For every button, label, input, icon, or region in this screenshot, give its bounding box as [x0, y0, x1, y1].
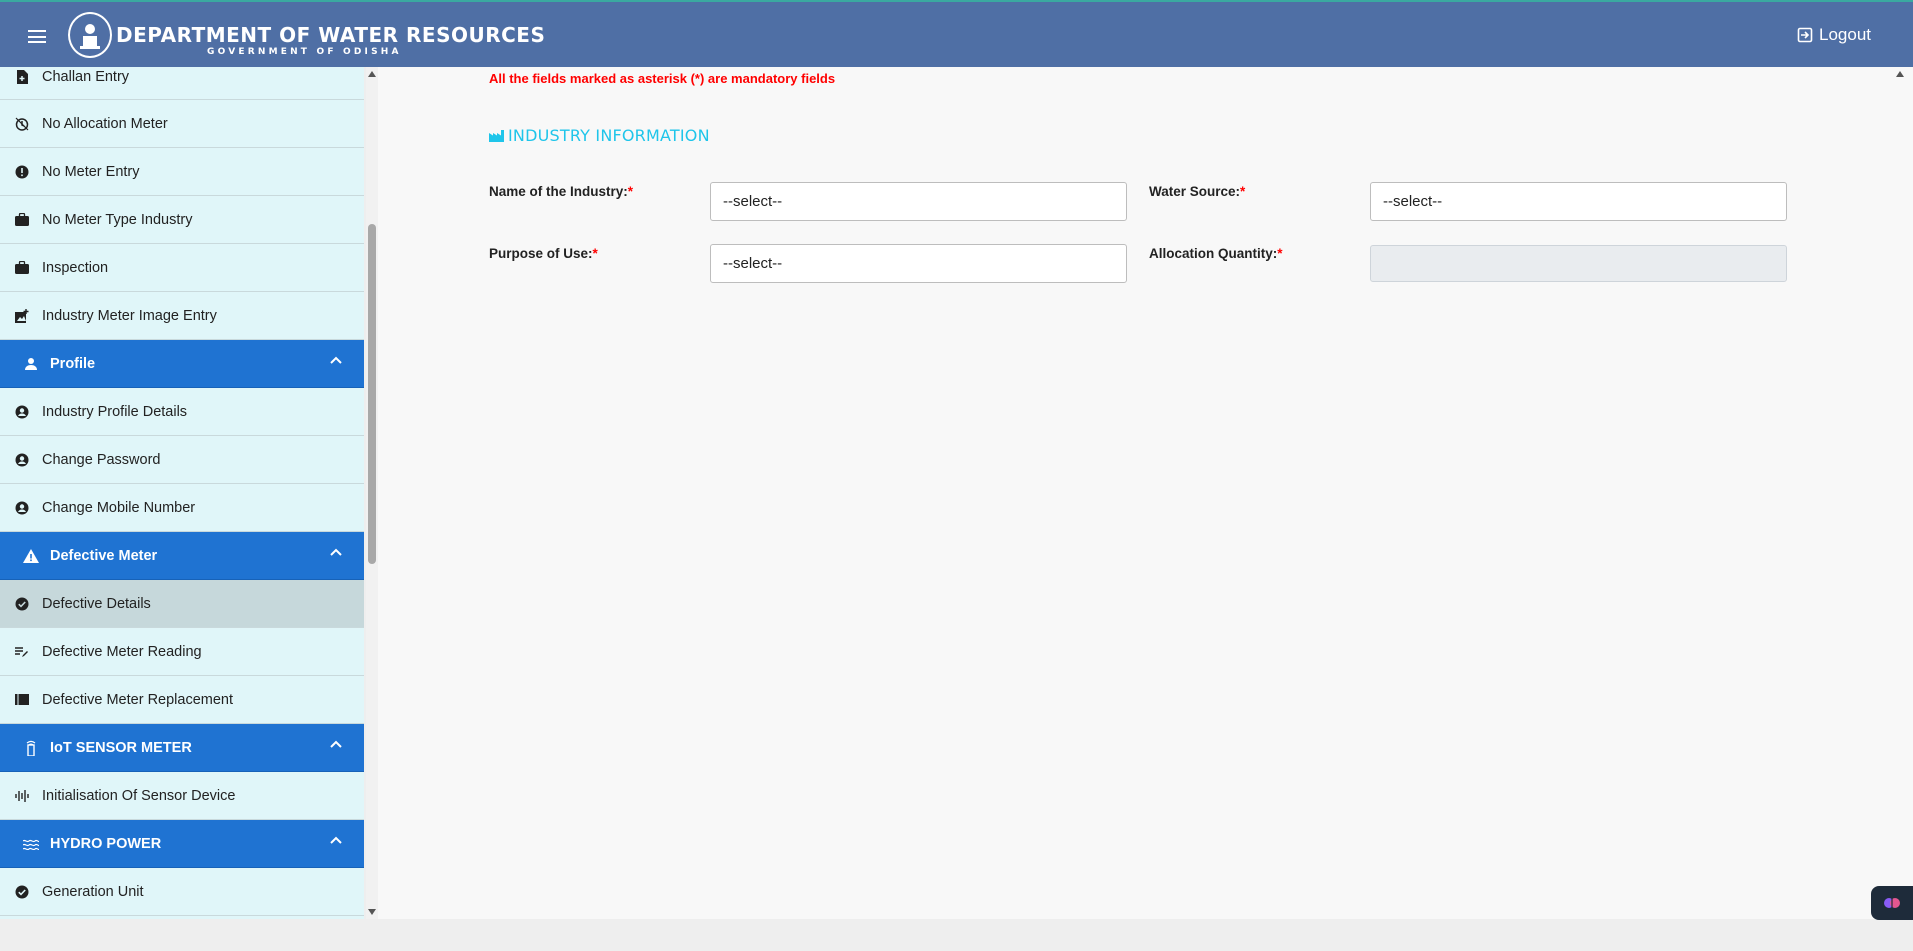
sensor-icon [22, 739, 40, 757]
sidebar-item-no-allocation-meter[interactable]: No Allocation Meter [0, 100, 364, 148]
sidebar-item-label: Challan Entry [42, 69, 130, 85]
sidebar-group-defective-meter[interactable]: Defective Meter [0, 532, 364, 580]
sidebar-item-challan-entry[interactable]: Challan Entry [0, 67, 364, 100]
required-mark: * [1240, 184, 1246, 199]
sidebar-group-profile[interactable]: Profile [0, 340, 364, 388]
sidebar-group-label: Defective Meter [50, 547, 158, 564]
sidebar-item-label: Industry Profile Details [42, 403, 188, 420]
account-circle-icon [14, 404, 30, 420]
sidebar-item-label: No Meter Type Industry [42, 211, 193, 228]
check-circle-icon [14, 884, 30, 900]
water-source-label-text: Water Source: [1149, 184, 1241, 199]
sidebar-item-label: Generation Unit [42, 883, 144, 900]
briefcase-icon [14, 212, 30, 228]
sidebar-item-change-password[interactable]: Change Password [0, 436, 364, 484]
sidebar-group-iot-sensor-meter[interactable]: IoT SENSOR METER [0, 724, 364, 772]
list-icon [14, 692, 30, 708]
main-content: All the fields marked as asterisk (*) ar… [378, 67, 1913, 919]
sidebar-item-defective-details[interactable]: Defective Details [0, 580, 364, 628]
logout-button[interactable]: Logout [1797, 25, 1871, 45]
waves-icon [22, 835, 40, 853]
sidebar-item-label: Inspection [42, 259, 109, 276]
purpose-of-use-label: Purpose of Use:* [489, 246, 598, 261]
sidebar-item-label: Defective Details [42, 595, 151, 612]
alert-circle-icon [14, 164, 30, 180]
briefcase-icon [14, 260, 30, 276]
sidebar-item-defective-meter-replacement[interactable]: Defective Meter Replacement [0, 676, 364, 724]
edit-note-icon [14, 644, 30, 660]
allocation-quantity-label: Allocation Quantity:* [1149, 246, 1283, 261]
odisha-emblem-logo [68, 12, 112, 58]
scroll-down-arrow-icon[interactable] [368, 909, 376, 915]
account-circle-icon [14, 500, 30, 516]
top-header: DEPARTMENT OF WATER RESOURCES GOVERNMENT… [0, 0, 1913, 67]
sidebar-item-change-mobile-number[interactable]: Change Mobile Number [0, 484, 364, 532]
sidebar-group-hydro-power[interactable]: HYDRO POWER [0, 820, 364, 868]
add-photo-icon [14, 308, 30, 324]
warning-icon [22, 547, 40, 565]
scroll-up-arrow-icon[interactable] [368, 71, 376, 77]
sidebar-group-label: Profile [50, 355, 96, 372]
mandatory-fields-note: All the fields marked as asterisk (*) ar… [489, 71, 836, 86]
receipt-icon [14, 69, 30, 85]
chevron-up-icon [330, 356, 342, 364]
sidebar-item-label: No Allocation Meter [42, 115, 168, 132]
logout-label: Logout [1819, 25, 1871, 44]
sidebar-item-label: Change Password [42, 451, 161, 468]
purpose-of-use-label-text: Purpose of Use: [489, 246, 593, 261]
sidebar-item-industry-meter-image-entry[interactable]: Industry Meter Image Entry [0, 292, 364, 340]
allocation-quantity-input [1370, 245, 1787, 282]
sidebar-item-label: No Meter Entry [42, 163, 140, 180]
chevron-up-icon [330, 836, 342, 844]
graphic-eq-icon [14, 788, 30, 804]
industry-name-select[interactable]: --select-- [710, 182, 1127, 221]
section-title: INDUSTRY INFORMATION [489, 126, 710, 145]
sidebar-item-defective-meter-reading[interactable]: Defective Meter Reading [0, 628, 364, 676]
sidebar-group-label: HYDRO POWER [50, 835, 162, 852]
chevron-up-icon [330, 740, 342, 748]
menu-icon[interactable] [28, 30, 46, 43]
sidebar-item-no-meter-type-industry[interactable]: No Meter Type Industry [0, 196, 364, 244]
water-source-label: Water Source:* [1149, 184, 1245, 199]
allocation-quantity-label-text: Allocation Quantity: [1149, 246, 1278, 261]
sidebar-scrollbar[interactable] [366, 67, 378, 919]
app-subtitle: GOVERNMENT OF ODISHA [207, 47, 402, 57]
purpose-of-use-select[interactable]: --select-- [710, 244, 1127, 283]
section-title-label: INDUSTRY INFORMATION [508, 126, 710, 145]
scrollbar-thumb[interactable] [368, 224, 376, 564]
sidebar-item-generation-unit[interactable]: Generation Unit [0, 868, 364, 916]
floating-assistant-button[interactable] [1871, 886, 1913, 920]
brain-icon [1884, 898, 1900, 908]
sidebar-group-label: IoT SENSOR METER [50, 739, 192, 756]
industry-name-label-text: Name of the Industry: [489, 184, 628, 199]
sidebar: Challan Entry No Allocation Meter No Met… [0, 67, 364, 919]
industry-name-label: Name of the Industry:* [489, 184, 633, 199]
account-circle-icon [14, 452, 30, 468]
sidebar-item-label: Defective Meter Replacement [42, 691, 233, 708]
sidebar-item-label: Change Mobile Number [42, 499, 196, 516]
check-circle-icon [14, 596, 30, 612]
sidebar-item-label: Defective Meter Reading [42, 643, 202, 660]
sidebar-item-initialisation-of-sensor-device[interactable]: Initialisation Of Sensor Device [0, 772, 364, 820]
factory-icon [489, 129, 504, 142]
main-scroll-up-arrow-icon[interactable] [1896, 71, 1904, 77]
sidebar-item-no-meter-entry[interactable]: No Meter Entry [0, 148, 364, 196]
water-source-select[interactable]: --select-- [1370, 182, 1787, 221]
logout-icon [1797, 27, 1813, 43]
sidebar-item-industry-profile-details[interactable]: Industry Profile Details [0, 388, 364, 436]
required-mark: * [1277, 246, 1283, 261]
required-mark: * [592, 246, 598, 261]
bottom-bar [0, 919, 1913, 951]
required-mark: * [627, 184, 634, 199]
sidebar-item-label: Initialisation Of Sensor Device [42, 787, 236, 804]
app-title: DEPARTMENT OF WATER RESOURCES [116, 23, 546, 47]
sidebar-item-inspection[interactable]: Inspection [0, 244, 364, 292]
timer-off-icon [14, 116, 30, 132]
person-icon [22, 355, 40, 373]
chevron-up-icon [330, 548, 342, 556]
sidebar-item-label: Industry Meter Image Entry [42, 307, 217, 324]
